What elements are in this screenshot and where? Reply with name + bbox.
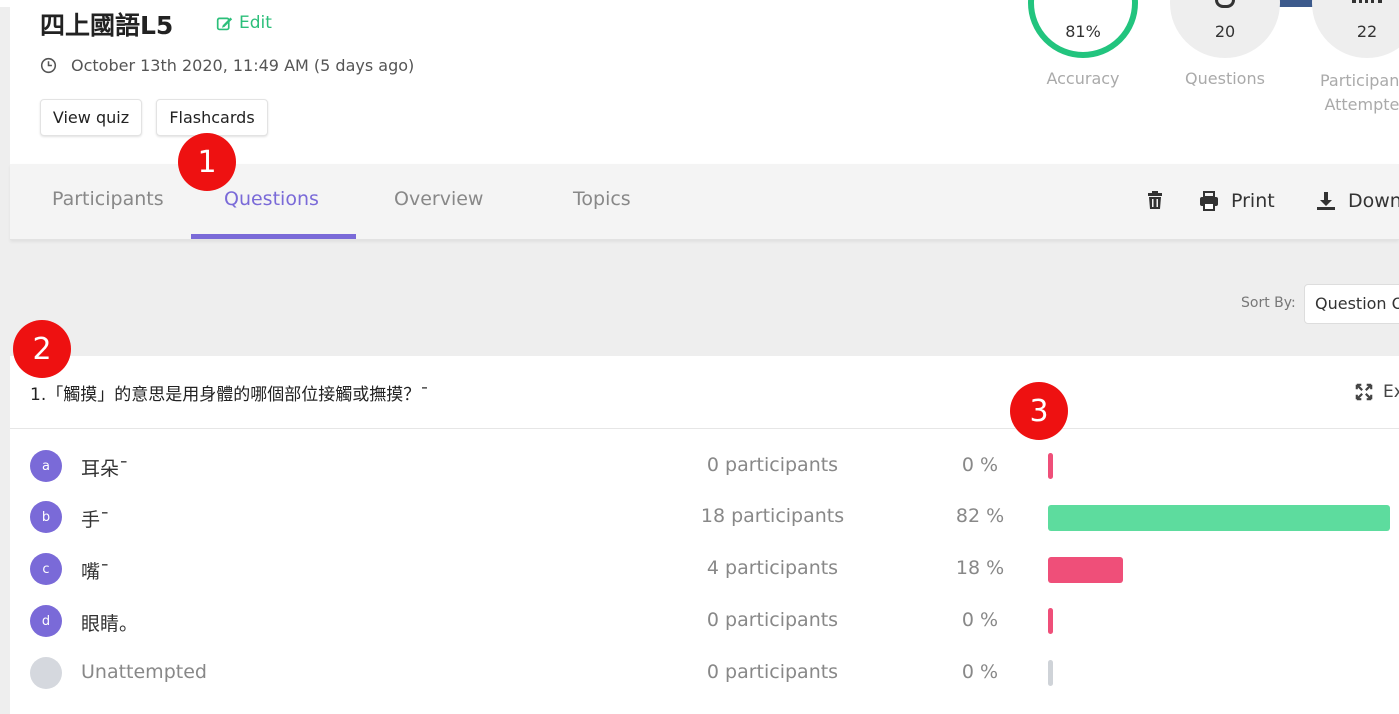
edit-link[interactable]: Edit <box>216 13 272 33</box>
download-label: Download <box>1348 190 1399 212</box>
unattempted-count: 0 participants <box>706 661 839 683</box>
option-c-count: 4 participants <box>706 557 839 579</box>
printer-icon <box>1200 191 1218 211</box>
option-c-percent: 18 % <box>955 557 1005 579</box>
participants-stat-icon <box>1352 0 1382 6</box>
option-c-bar-track <box>1048 557 1390 583</box>
participants-label: Participants Attempted <box>1320 71 1399 114</box>
option-a-count: 0 participants <box>706 454 839 476</box>
unattempted-percent: 0 % <box>961 661 999 683</box>
tab-topics[interactable]: Topics <box>573 188 631 210</box>
option-a-badge: a <box>30 450 62 482</box>
edit-label: Edit <box>239 13 272 33</box>
annotation-badge-3: 3 <box>1010 382 1068 440</box>
question-text: 1.「觸摸」的意思是用身體的哪個部位接觸或撫摸？¯ <box>30 385 429 405</box>
questions-count: 20 <box>1214 22 1236 41</box>
download-icon <box>1317 192 1335 210</box>
sort-by-label: Sort By: <box>1241 295 1296 311</box>
option-a-bar-track <box>1048 453 1390 479</box>
print-button[interactable]: Print <box>1199 190 1275 212</box>
option-d-badge: d <box>30 605 62 637</box>
edit-icon <box>216 17 233 30</box>
sort-by-select[interactable]: Question Order <box>1304 284 1399 324</box>
download-button[interactable]: Download <box>1316 190 1399 212</box>
expand-icon <box>1355 383 1373 401</box>
questions-label: Questions <box>1185 69 1265 88</box>
quiz-title: 四上國語L5 <box>40 11 174 40</box>
unattempted-bar <box>1048 660 1053 686</box>
option-d-count: 0 participants <box>706 609 839 631</box>
view-quiz-button[interactable]: View quiz <box>40 99 142 136</box>
option-b-badge: b <box>30 501 62 533</box>
option-d-percent: 0 % <box>961 609 999 631</box>
clock-icon <box>40 57 57 74</box>
option-c-badge: c <box>30 553 62 585</box>
quiz-date-row: October 13th 2020, 11:49 AM (5 days ago) <box>40 56 414 75</box>
expand-button[interactable]: Expand <box>1355 382 1399 402</box>
participants-count: 22 <box>1356 22 1378 41</box>
option-c-bar <box>1048 557 1123 583</box>
tab-overview[interactable]: Overview <box>394 188 483 210</box>
unattempted-bar-track <box>1048 660 1390 686</box>
unattempted-badge <box>30 657 62 689</box>
unattempted-text: Unattempted <box>81 661 207 683</box>
delete-button[interactable] <box>1145 190 1165 210</box>
tab-questions[interactable]: Questions <box>224 188 319 210</box>
option-d-bar <box>1048 608 1053 634</box>
option-c-text: 嘴¯ <box>81 561 110 583</box>
annotation-badge-1: 1 <box>178 133 236 191</box>
accuracy-value: 81% <box>1065 22 1101 41</box>
option-d-text: 眼睛。 <box>81 613 139 635</box>
accuracy-label: Accuracy <box>1046 69 1120 88</box>
option-a-bar <box>1048 453 1053 479</box>
print-label: Print <box>1231 190 1275 212</box>
question-divider <box>10 428 1399 429</box>
option-b-text: 手¯ <box>81 509 110 531</box>
option-a-percent: 0 % <box>961 454 999 476</box>
annotation-badge-2: 2 <box>13 320 71 378</box>
option-b-count: 18 participants <box>700 505 845 527</box>
trash-icon <box>1148 191 1162 209</box>
expand-label: Expand <box>1383 382 1399 402</box>
active-tab-indicator <box>191 234 356 239</box>
option-b-bar <box>1048 505 1390 531</box>
option-a-text: 耳朵¯ <box>81 458 129 480</box>
option-b-bar-track <box>1048 505 1390 531</box>
option-b-percent: 82 % <box>955 505 1005 527</box>
flashcards-button[interactable]: Flashcards <box>156 99 268 136</box>
quiz-date: October 13th 2020, 11:49 AM (5 days ago) <box>71 56 415 75</box>
option-d-bar-track <box>1048 608 1390 634</box>
tab-participants[interactable]: Participants <box>52 188 164 210</box>
